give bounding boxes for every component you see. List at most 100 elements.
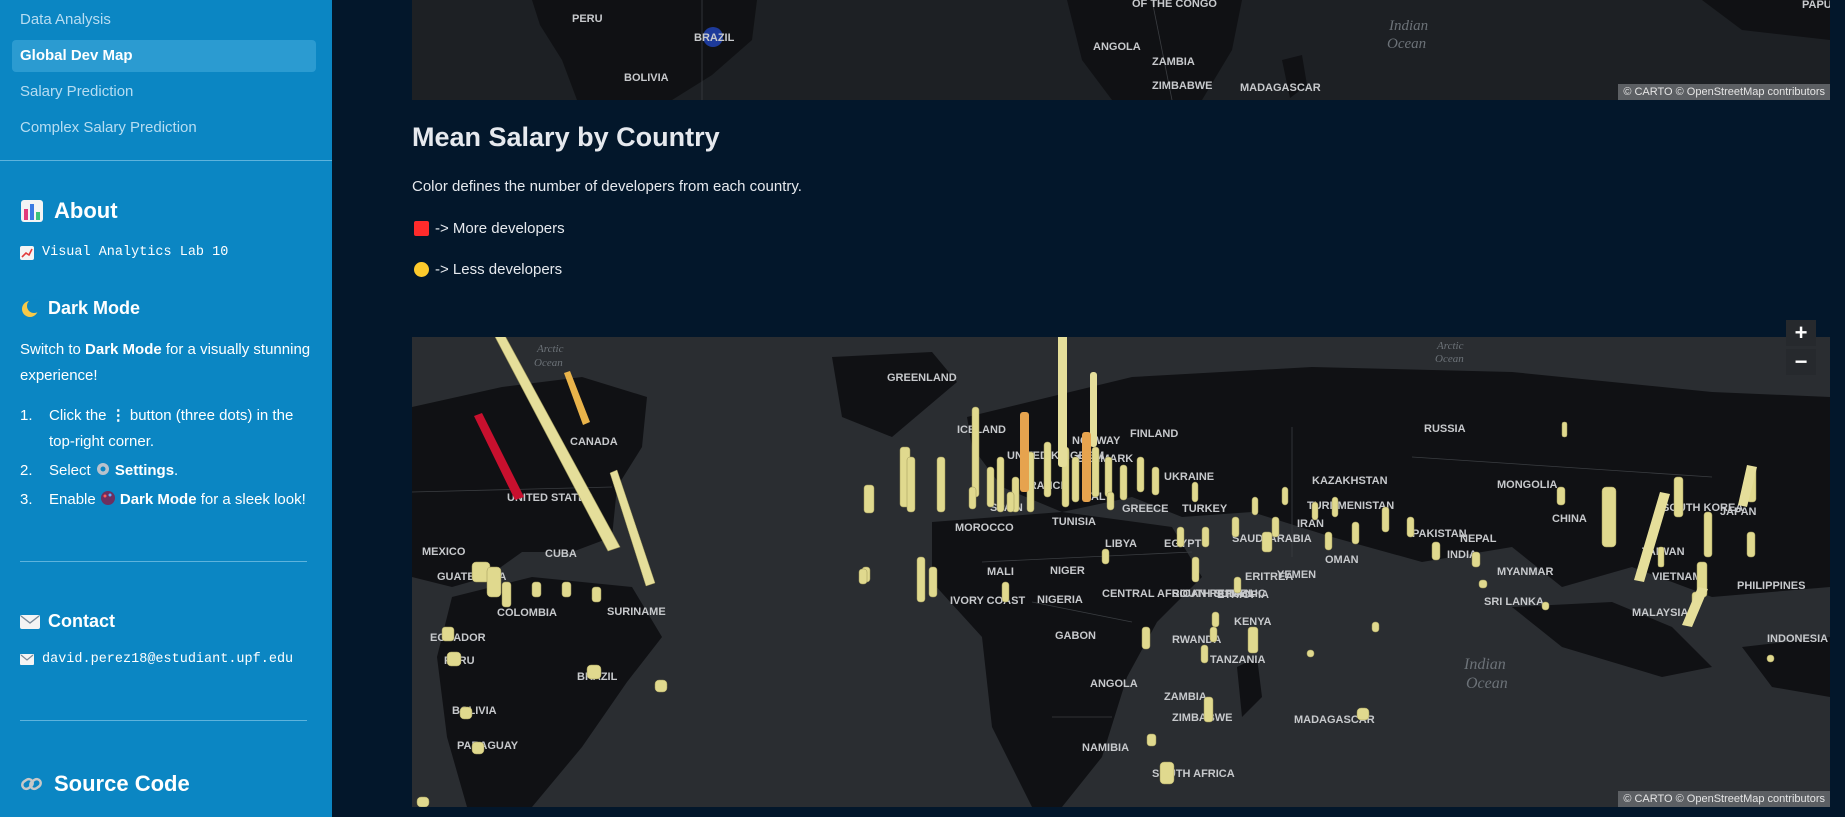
salary-bar[interactable] [586, 664, 602, 680]
salary-bar-tall[interactable] [1058, 337, 1067, 467]
salary-bar[interactable] [1231, 516, 1240, 538]
salary-bar[interactable] [1001, 581, 1010, 603]
salary-bar[interactable] [1101, 548, 1110, 565]
salary-bar[interactable] [1471, 551, 1481, 568]
salary-bar[interactable] [561, 581, 572, 598]
salary-bar[interactable] [1247, 626, 1259, 654]
salary-bar[interactable] [1211, 611, 1220, 628]
salary-bar[interactable] [654, 679, 668, 693]
section-title: Mean Salary by Country [412, 122, 720, 152]
salary-bar[interactable] [986, 466, 995, 508]
salary-bar[interactable] [1159, 761, 1175, 785]
top-map-canvas[interactable]: PERU BRAZIL BOLIVIA OF THE CONGO ANGOLA … [412, 0, 1830, 100]
salary-bar[interactable] [1191, 556, 1200, 583]
salary-bar[interactable] [1657, 546, 1665, 568]
salary-bar[interactable] [1561, 421, 1568, 438]
salary-bar[interactable] [1141, 626, 1151, 650]
salary-bar[interactable] [1371, 621, 1380, 633]
salary-bar-orange[interactable] [1082, 432, 1091, 502]
salary-bar[interactable] [1324, 531, 1333, 551]
salary-bar[interactable] [459, 706, 473, 720]
nav-item-salary-prediction[interactable]: Salary Prediction [12, 76, 316, 108]
salary-bar[interactable] [1251, 496, 1259, 516]
contact-email-text[interactable]: david.perez18@estudiant.upf.edu [42, 652, 293, 667]
salary-bar[interactable] [1381, 506, 1390, 533]
salary-bar[interactable] [863, 484, 875, 514]
salary-bar[interactable] [1311, 501, 1319, 521]
salary-bar[interactable] [471, 741, 485, 755]
salary-bar[interactable] [1043, 441, 1052, 498]
salary-bar[interactable] [1104, 456, 1113, 498]
salary-bar[interactable] [1351, 521, 1360, 545]
map-label: NAMIBIA [1082, 742, 1129, 754]
salary-bar[interactable] [531, 581, 542, 598]
intro-bold: Dark Mode [85, 341, 162, 358]
salary-bar[interactable] [1136, 456, 1145, 493]
salary-bar[interactable] [1331, 496, 1339, 518]
salary-bar[interactable] [1200, 644, 1209, 664]
contact-email[interactable]: david.perez18@estudiant.upf.edu [20, 652, 293, 667]
salary-bar[interactable] [936, 456, 946, 513]
nav-item-global-dev-map[interactable]: Global Dev Map [12, 40, 316, 72]
salary-bar[interactable] [609, 469, 656, 587]
salary-bar[interactable] [1091, 446, 1100, 498]
nav-item-complex-salary-prediction[interactable]: Complex Salary Prediction [12, 112, 316, 144]
salary-bar[interactable] [928, 566, 938, 598]
salary-bar[interactable] [1191, 481, 1199, 503]
salary-bar[interactable] [1201, 526, 1210, 548]
salary-bar[interactable] [1203, 696, 1214, 723]
salary-bar[interactable] [1746, 531, 1756, 558]
salary-bar[interactable] [1146, 733, 1157, 747]
salary-bar[interactable] [441, 626, 455, 642]
salary-bar[interactable] [1601, 486, 1617, 548]
salary-bar[interactable] [591, 586, 602, 603]
salary-bar[interactable] [1090, 372, 1097, 447]
nav-item-data-analysis[interactable]: Data Analysis [12, 4, 316, 36]
salary-bar[interactable] [1556, 486, 1566, 506]
map-attribution[interactable]: © CARTO © OpenStreetMap contributors [1618, 791, 1830, 807]
legend-less-label: -> Less developers [435, 261, 563, 278]
salary-bar[interactable] [1478, 579, 1488, 589]
salary-bar[interactable] [446, 651, 462, 667]
salary-bar[interactable] [1209, 626, 1218, 643]
salary-map-canvas[interactable]: Arctic Ocean Arctic Ocean Indian Ocean G… [412, 337, 1830, 807]
salary-bar[interactable] [1703, 511, 1713, 558]
salary-bar-orange[interactable] [1020, 412, 1029, 492]
salary-bar[interactable] [416, 796, 430, 807]
salary-bar[interactable] [1176, 526, 1185, 548]
salary-map[interactable]: Arctic Ocean Arctic Ocean Indian Ocean G… [412, 337, 1830, 807]
salary-bar[interactable] [1233, 576, 1242, 594]
salary-bar[interactable] [1151, 466, 1160, 496]
step-post: . [174, 462, 179, 479]
salary-bar[interactable] [1271, 516, 1280, 538]
salary-bar[interactable] [1356, 707, 1370, 721]
salary-bar[interactable] [1541, 601, 1550, 611]
salary-bar[interactable] [1306, 649, 1315, 658]
palette-icon [100, 491, 115, 505]
salary-bar[interactable] [1431, 541, 1441, 561]
zoom-out-button[interactable]: − [1786, 349, 1816, 375]
salary-bar[interactable] [1119, 464, 1128, 501]
salary-bar[interactable] [1766, 654, 1775, 663]
step-pre: Click the [49, 407, 111, 424]
salary-bar[interactable] [1673, 476, 1684, 518]
salary-bar[interactable] [971, 406, 980, 498]
salary-bar[interactable] [858, 568, 868, 585]
salary-bar[interactable] [968, 486, 977, 510]
salary-bar[interactable] [906, 456, 916, 513]
zoom-in-button[interactable]: + [1786, 320, 1816, 346]
salary-bar[interactable] [916, 556, 926, 603]
salary-bar[interactable] [1006, 491, 1015, 513]
salary-bar[interactable] [1106, 491, 1115, 511]
salary-bar[interactable] [1281, 486, 1289, 506]
top-map[interactable]: PERU BRAZIL BOLIVIA OF THE CONGO ANGOLA … [412, 0, 1830, 100]
salary-bar[interactable] [501, 581, 512, 608]
ocean-label: Indian [1388, 18, 1428, 34]
salary-bar[interactable] [1261, 531, 1273, 553]
map-attribution[interactable]: © CARTO © OpenStreetMap contributors [1618, 84, 1830, 100]
salary-bar[interactable] [1071, 456, 1080, 503]
salary-bar[interactable] [996, 456, 1005, 513]
map-label: OF THE CONGO [1132, 0, 1217, 10]
salary-bar[interactable] [1406, 516, 1415, 538]
salary-bar[interactable] [486, 566, 502, 598]
